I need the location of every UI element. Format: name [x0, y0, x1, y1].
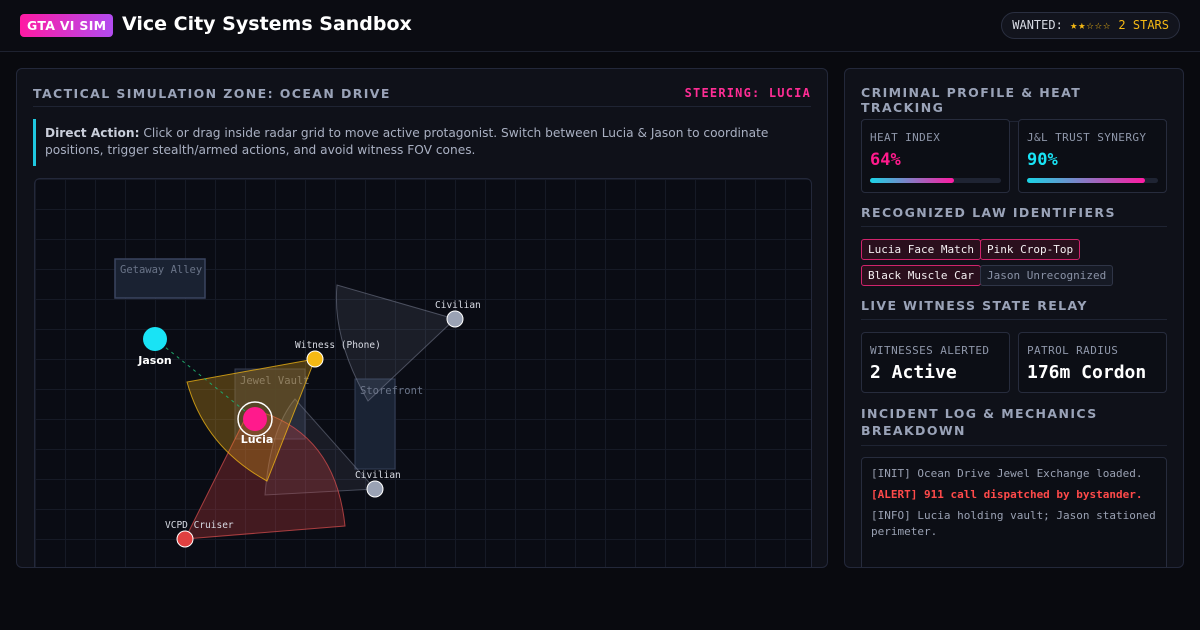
radar-grid[interactable]: Getaway Alley Jewel Vault Storefront Jas… [34, 178, 812, 568]
log-entry: [INIT] Ocean Drive Jewel Exchange loaded… [871, 467, 1143, 480]
jason-label: Jason [137, 354, 171, 367]
patrol-radius-value: 176m Cordon [1027, 362, 1147, 383]
wanted-label: WANTED: [1012, 18, 1063, 32]
civilian-marker[interactable] [366, 480, 384, 498]
log-entry-alert: [ALERT] 911 call dispatched by bystander… [871, 488, 1143, 501]
witnesses-alerted-value: 2 Active [870, 362, 957, 383]
trust-synergy-label: J&L TRUST SYNERGY [1027, 131, 1147, 144]
simulation-title: TACTICAL SIMULATION ZONE: OCEAN DRIVE [33, 86, 391, 101]
heat-index-card: HEAT INDEX 64% [861, 119, 1010, 193]
trust-synergy-bar [1027, 178, 1158, 183]
app-title: Vice City Systems Sandbox [122, 13, 412, 35]
profile-header: CRIMINAL PROFILE & HEAT TRACKING [861, 85, 1167, 122]
trust-synergy-value: 90% [1027, 150, 1058, 170]
witness-marker[interactable] [306, 350, 324, 368]
log-entry: [INFO] Lucia holding vault; Jason statio… [871, 509, 1156, 538]
identifier-tag: Lucia Face Match [861, 239, 981, 260]
patrol-radius-label: PATROL RADIUS [1027, 344, 1119, 357]
heat-index-bar-fill [870, 178, 954, 183]
heat-index-label: HEAT INDEX [870, 131, 941, 144]
radar-svg[interactable]: Getaway Alley Jewel Vault Storefront Jas… [35, 179, 812, 568]
civilian-marker[interactable] [446, 310, 464, 328]
vcpd-cruiser-marker[interactable] [176, 530, 194, 548]
identifier-tag: Black Muscle Car [861, 265, 981, 286]
witnesses-alerted-label: WITNESSES ALERTED [870, 344, 990, 357]
tactical-simulation-panel: TACTICAL SIMULATION ZONE: OCEAN DRIVE ST… [16, 68, 828, 568]
civilian-label: Civilian [435, 300, 481, 311]
lucia-label: Lucia [241, 433, 274, 446]
steering-indicator[interactable]: STEERING: LUCIA [685, 86, 811, 100]
incident-log-title: INCIDENT LOG & MECHANICS BREAKDOWN [861, 406, 1098, 438]
zone-label: Getaway Alley [120, 264, 202, 276]
witness-label: Witness (Phone) [295, 340, 381, 351]
identifier-tag: Pink Crop-Top [980, 239, 1081, 260]
heat-index-value: 64% [870, 150, 901, 170]
trust-synergy-bar-fill [1027, 178, 1145, 183]
identifier-tag: Jason Unrecognized [980, 265, 1114, 286]
direct-action-hint: Direct Action: Click or drag inside rada… [33, 119, 811, 166]
identifiers-header: RECOGNIZED LAW IDENTIFIERS [861, 205, 1167, 227]
profile-title: CRIMINAL PROFILE & HEAT TRACKING [861, 85, 1082, 115]
lucia-marker[interactable] [243, 407, 267, 431]
simulation-header: TACTICAL SIMULATION ZONE: OCEAN DRIVE ST… [33, 85, 811, 107]
wanted-stars-icon: ★★☆☆☆ [1070, 18, 1112, 32]
wanted-level-indicator: WANTED: ★★☆☆☆ 2 STARS [1001, 12, 1180, 39]
jason-marker[interactable] [143, 327, 167, 351]
witness-header: LIVE WITNESS STATE RELAY [861, 298, 1167, 320]
witness-relay-title: LIVE WITNESS STATE RELAY [861, 298, 1088, 313]
incident-log: [INIT] Ocean Drive Jewel Exchange loaded… [861, 457, 1167, 567]
heat-index-bar [870, 178, 1001, 183]
direct-action-label: Direct Action: [45, 126, 140, 140]
vcpd-cruiser-label: VCPD Cruiser [165, 520, 234, 531]
top-bar: GTA VI SIM Vice City Systems Sandbox WAN… [0, 0, 1200, 52]
app-badge: GTA VI SIM [20, 14, 114, 37]
identifiers-title: RECOGNIZED LAW IDENTIFIERS [861, 205, 1116, 220]
criminal-profile-panel: CRIMINAL PROFILE & HEAT TRACKING HEAT IN… [844, 68, 1184, 568]
civilian-label: Civilian [355, 470, 401, 481]
wanted-count: 2 STARS [1118, 18, 1169, 32]
patrol-radius-card: PATROL RADIUS 176m Cordon [1018, 332, 1167, 393]
witnesses-alerted-card: WITNESSES ALERTED 2 Active [861, 332, 1010, 393]
direct-action-text: Click or drag inside radar grid to move … [45, 126, 769, 157]
incident-log-header: INCIDENT LOG & MECHANICS BREAKDOWN [861, 405, 1167, 446]
trust-synergy-card: J&L TRUST SYNERGY 90% [1018, 119, 1167, 193]
